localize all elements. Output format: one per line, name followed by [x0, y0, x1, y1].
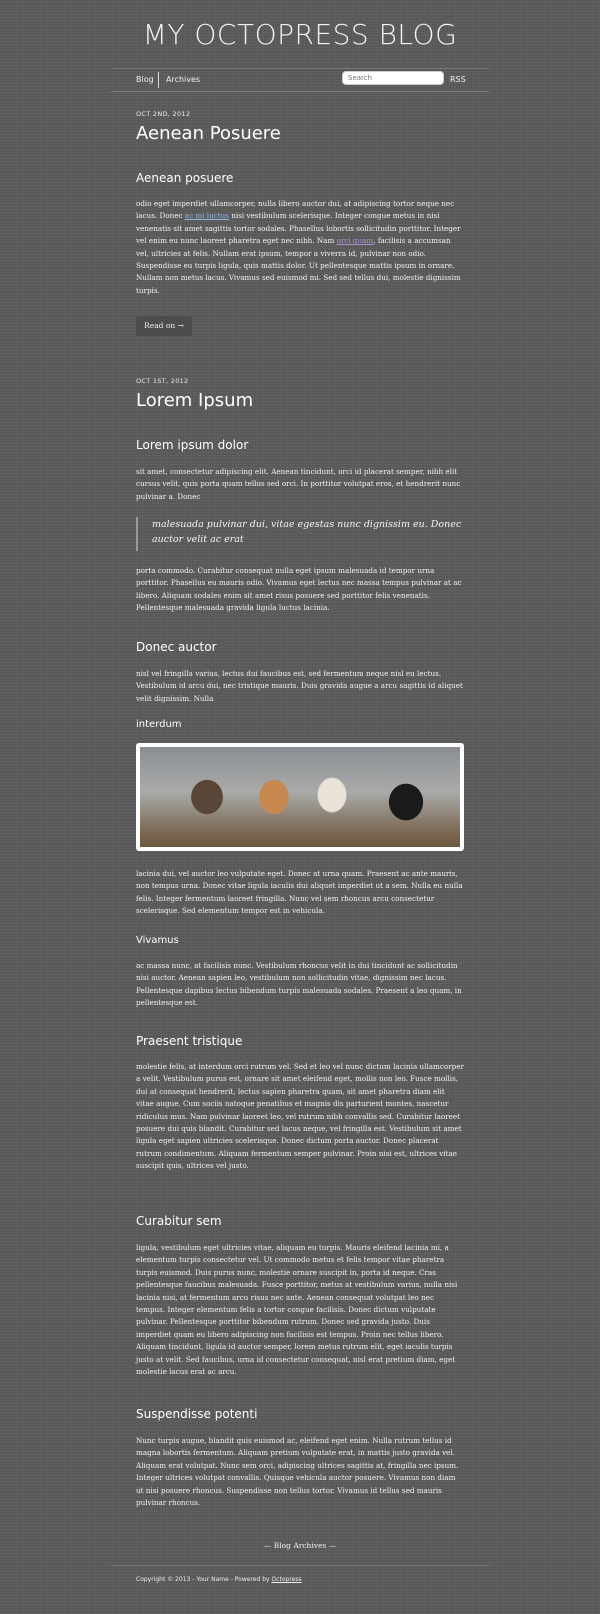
inline-link[interactable]: ac mi luctus	[185, 211, 229, 220]
nav-divider	[158, 72, 159, 88]
paragraph: porta commodo. Curabitur consequat nulla…	[136, 566, 462, 613]
search-input[interactable]	[342, 71, 444, 85]
blockquote: malesuada pulvinar dui, vitae egestas nu…	[136, 517, 464, 551]
octopress-link[interactable]: Octopress	[271, 1576, 301, 1583]
rss-link[interactable]: RSS	[450, 75, 466, 84]
section-heading: Donec auctor	[136, 640, 217, 654]
section-heading: Suspendisse potenti	[136, 1407, 258, 1421]
read-on-button[interactable]: Read on →	[136, 316, 192, 336]
paragraph: molestie felis, at interdum orci rutrum …	[136, 1062, 464, 1171]
footer-divider	[111, 1565, 489, 1566]
nav-blog-link[interactable]: Blog	[136, 75, 154, 84]
paragraph: sit amet, consectetur adipiscing elit. A…	[136, 467, 461, 501]
post-title[interactable]: Aenean Posuere	[136, 123, 281, 144]
footer: Copyright © 2013 - Your Name - Powered b…	[136, 1576, 302, 1583]
section-heading: interdum	[136, 719, 182, 730]
post-date: OCT 1ST, 2012	[136, 377, 189, 385]
inline-link[interactable]: orci quam	[337, 236, 374, 245]
section-heading: Praesent tristique	[136, 1034, 243, 1048]
site-title[interactable]: MY OCTOPRESS BLOG	[0, 18, 600, 51]
footer-text: Copyright © 2013 - Your Name - Powered b…	[136, 1576, 272, 1583]
main-nav: Blog Archives RSS	[111, 68, 489, 92]
paragraph: nisl vel fringilla varius, lectus dui fa…	[136, 669, 463, 703]
kittens-image	[140, 747, 460, 847]
post-subtitle: Aenean posuere	[136, 171, 234, 185]
blog-archives-link[interactable]: — Blog Archives —	[0, 1541, 600, 1550]
kittens-image-frame	[136, 743, 464, 851]
nav-archives-link[interactable]: Archives	[166, 75, 200, 84]
post-title[interactable]: Lorem Ipsum	[136, 390, 253, 411]
section-heading: Vivamus	[136, 935, 179, 946]
paragraph: ligula, vestibulum eget ultricies vitae,…	[136, 1243, 458, 1377]
page: MY OCTOPRESS BLOG Blog Archives RSS OCT …	[0, 0, 600, 1614]
post-body: odio eget imperdiet ullamcorper, nulla l…	[136, 198, 464, 297]
section-heading: Lorem ipsum dolor	[136, 438, 249, 452]
post-date: OCT 2ND, 2012	[136, 110, 191, 118]
section-heading: Curabitur sem	[136, 1214, 222, 1228]
paragraph: lacinia dui, vel auctor leo vulputate eg…	[136, 869, 463, 916]
paragraph: Nunc turpis augue, blandit quis euismod …	[136, 1436, 459, 1508]
paragraph: ac massa nunc, at facilisis nunc. Vestib…	[136, 961, 462, 1008]
